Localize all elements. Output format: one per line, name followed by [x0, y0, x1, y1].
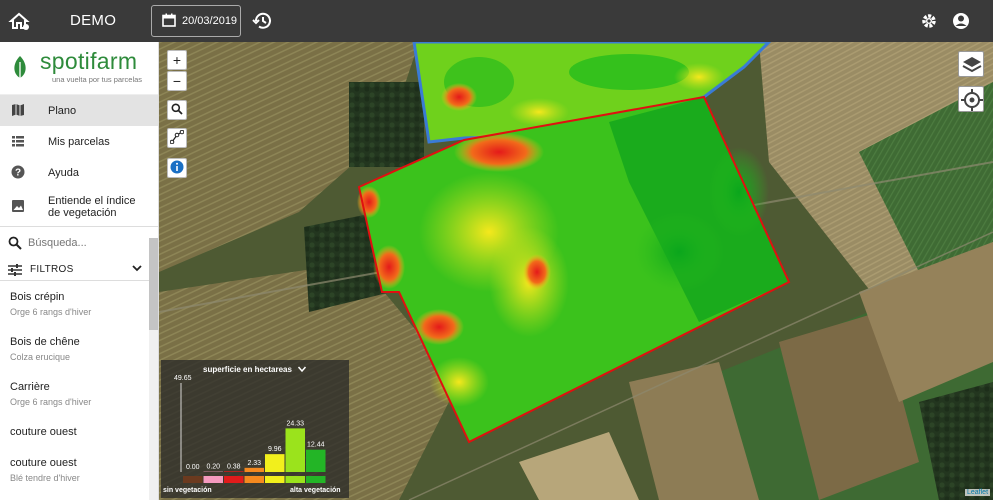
color-scale-swatch	[224, 476, 244, 483]
image-icon	[11, 199, 25, 213]
locate-button[interactable]	[958, 86, 984, 112]
color-scale-swatch	[265, 476, 285, 483]
filters-label: FILTROS	[30, 264, 74, 275]
bar-value-label: 24.33	[286, 420, 304, 427]
help-icon: ?	[11, 165, 25, 179]
search-map-button[interactable]	[167, 100, 187, 120]
leaf-icon	[10, 54, 30, 82]
nav-label: Mis parcelas	[48, 135, 110, 148]
home-icon[interactable]	[8, 10, 30, 32]
history-icon[interactable]	[251, 10, 273, 32]
color-scale-swatch	[244, 476, 264, 483]
measure-path-icon	[169, 129, 185, 147]
search-icon	[171, 102, 183, 118]
histogram-bar	[265, 454, 285, 472]
histogram-bar	[224, 471, 244, 472]
parcel-name: couture ouest	[10, 457, 77, 469]
parcel-name: Carrière	[10, 381, 50, 393]
parcel-name: couture ouest	[10, 426, 77, 438]
search-icon	[8, 236, 22, 250]
parcel-name: Bois crépin	[10, 291, 65, 303]
color-scale-swatch	[203, 476, 223, 483]
map-attribution[interactable]: Leaflet	[965, 489, 991, 496]
bar-value-label: 9.96	[268, 446, 282, 453]
parcel-crop: Blé tendre d'hiver	[10, 473, 80, 483]
list-item[interactable]: Carrière Orge 6 rangs d'hiver	[0, 371, 158, 416]
sliders-icon	[8, 264, 22, 276]
parcel-crop: Orge 6 rangs d'hiver	[10, 307, 92, 317]
histogram-bar	[285, 428, 305, 472]
list-item[interactable]: couture ouest	[0, 416, 158, 447]
color-scale-swatch	[306, 476, 326, 483]
sidebar: spotifarm una vuelta por tus parcelas Pl…	[0, 42, 159, 500]
layers-button[interactable]	[958, 51, 984, 77]
list-item[interactable]: couture ouest Blé tendre d'hiver	[0, 447, 158, 492]
nav-item-indice-vegetacion[interactable]: Entiende el índice de vegetación	[0, 188, 158, 226]
bar-value-label: 0.00	[186, 464, 200, 471]
histogram-bar	[306, 449, 326, 472]
list-item[interactable]: Bois crépin Orge 6 rangs d'hiver	[0, 281, 158, 326]
x-label-low: sin vegetación	[163, 487, 212, 494]
date-picker-button[interactable]: 20/03/2019	[151, 5, 241, 37]
crosshair-icon	[959, 89, 985, 117]
parcel-crop: Orge 6 rangs d'hiver	[10, 397, 92, 407]
calendar-icon	[162, 13, 176, 30]
nav-label: Ayuda	[48, 166, 79, 179]
gear-icon[interactable]	[919, 11, 939, 31]
color-scale-swatch	[183, 476, 203, 483]
filters-toggle[interactable]: FILTROS	[0, 259, 158, 281]
nav-item-mis-parcelas[interactable]: Mis parcelas	[0, 126, 158, 157]
nav-label: Plano	[48, 104, 77, 117]
scrollbar-thumb[interactable]	[149, 238, 158, 330]
zoom-out-button[interactable]: −	[167, 71, 187, 91]
brand-logo: spotifarm una vuelta por tus parcelas	[0, 42, 158, 95]
search-input[interactable]	[28, 234, 143, 252]
layers-icon	[959, 57, 985, 82]
histogram-bar	[244, 467, 264, 472]
app-label: DEMO	[70, 12, 117, 29]
brand-tagline: una vuelta por tus parcelas	[52, 75, 143, 84]
date-value: 20/03/2019	[182, 15, 238, 27]
x-label-high: alta vegetación	[290, 487, 341, 494]
account-icon[interactable]	[951, 11, 971, 31]
nav-label: Entiende el índice de vegetación	[48, 195, 136, 219]
zoom-in-button[interactable]: +	[167, 50, 187, 70]
brand-name: spotifarm	[40, 48, 138, 74]
bar-value-label: 0.38	[227, 463, 241, 470]
nav-item-ayuda[interactable]: ? Ayuda	[0, 157, 158, 188]
vegetation-histogram: superficie en hectareas 49.65 0.00 0.20 0.…	[161, 360, 349, 498]
histogram-plot: 0.00 0.20 0.38 2.33 9.96 24.33 12.44	[180, 383, 326, 483]
bar-value-label: 12.44	[307, 442, 325, 449]
search-bar	[0, 226, 158, 259]
sidebar-scrollbar[interactable]	[149, 238, 158, 500]
parcel-list: Bois crépin Orge 6 rangs d'hiver Bois de…	[0, 281, 158, 492]
parcel-crop: Colza erucique	[10, 352, 71, 362]
chevron-down-icon	[132, 263, 142, 273]
list-icon	[11, 134, 25, 148]
info-button[interactable]	[167, 158, 187, 178]
top-bar: DEMO 20/03/2019	[0, 0, 993, 42]
bar-value-label: 2.33	[247, 460, 261, 467]
bar-value-label: 0.20	[206, 464, 220, 471]
nav-item-plano[interactable]: Plano	[0, 95, 158, 126]
info-icon	[170, 160, 184, 177]
svg-text:?: ?	[15, 168, 21, 179]
map-icon	[11, 103, 25, 117]
color-scale-swatch	[285, 476, 305, 483]
parcel-name: Bois de chêne	[10, 336, 80, 348]
list-item[interactable]: Bois de chêne Colza erucique	[0, 326, 158, 371]
measure-button[interactable]	[167, 128, 187, 148]
